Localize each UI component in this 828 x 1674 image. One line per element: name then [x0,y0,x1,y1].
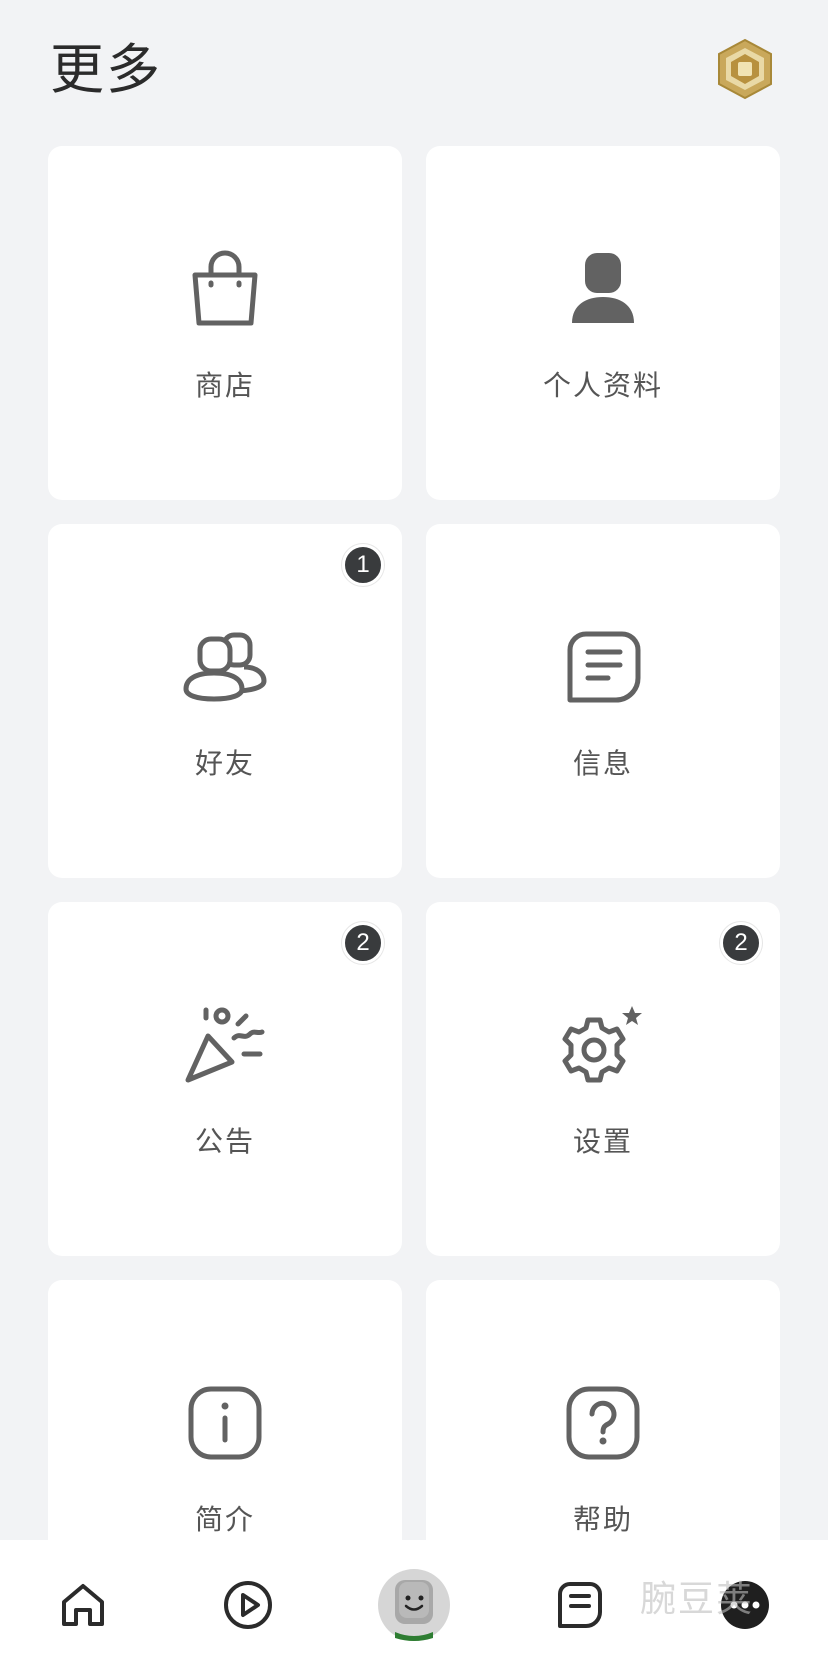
shopping-bag-icon [180,244,270,334]
tile-label: 好友 [194,747,255,780]
notification-badge: 2 [720,922,762,964]
profile-icon [558,244,648,334]
tile-label: 设置 [572,1125,633,1158]
tab-play[interactable] [203,1560,293,1650]
gear-icon [558,1000,648,1090]
tile-settings[interactable]: 2 设置 [426,902,780,1256]
tab-chat[interactable] [535,1560,625,1650]
notification-badge: 2 [342,922,384,964]
tile-label: 商店 [194,369,255,402]
tile-label: 信息 [572,747,633,780]
notification-badge: 1 [342,544,384,586]
more-icon [721,1581,769,1629]
tab-home[interactable] [38,1560,128,1650]
bottom-tab-bar [0,1540,828,1674]
tile-shop[interactable]: 商店 [48,146,402,500]
tile-announcements[interactable]: 2 公告 [48,902,402,1256]
robux-icon [718,38,772,100]
tile-label: 帮助 [572,1503,633,1536]
tab-avatar[interactable] [369,1560,459,1650]
party-popper-icon [180,1000,270,1090]
robux-button[interactable] [712,36,778,102]
tile-label: 简介 [194,1503,255,1536]
page-title: 更多 [50,38,162,101]
tile-profile[interactable]: 个人资料 [426,146,780,500]
friends-icon [180,622,270,712]
tile-messages[interactable]: 信息 [426,524,780,878]
chat-icon [558,1582,602,1628]
help-icon [558,1378,648,1468]
home-icon [62,1584,104,1626]
tile-friends[interactable]: 1 好友 [48,524,402,878]
play-icon [224,1581,272,1629]
info-icon [180,1378,270,1468]
avatar-icon [378,1569,450,1641]
tile-label: 个人资料 [542,369,663,402]
tab-more[interactable] [700,1560,790,1650]
header: 更多 [0,0,828,140]
message-icon [558,622,648,712]
tile-label: 公告 [194,1125,255,1158]
more-page: 更多 商店 个人资料 1 好友 信息 2 公告 2 设置 简介 帮助 腕豆荚 [0,0,828,1674]
